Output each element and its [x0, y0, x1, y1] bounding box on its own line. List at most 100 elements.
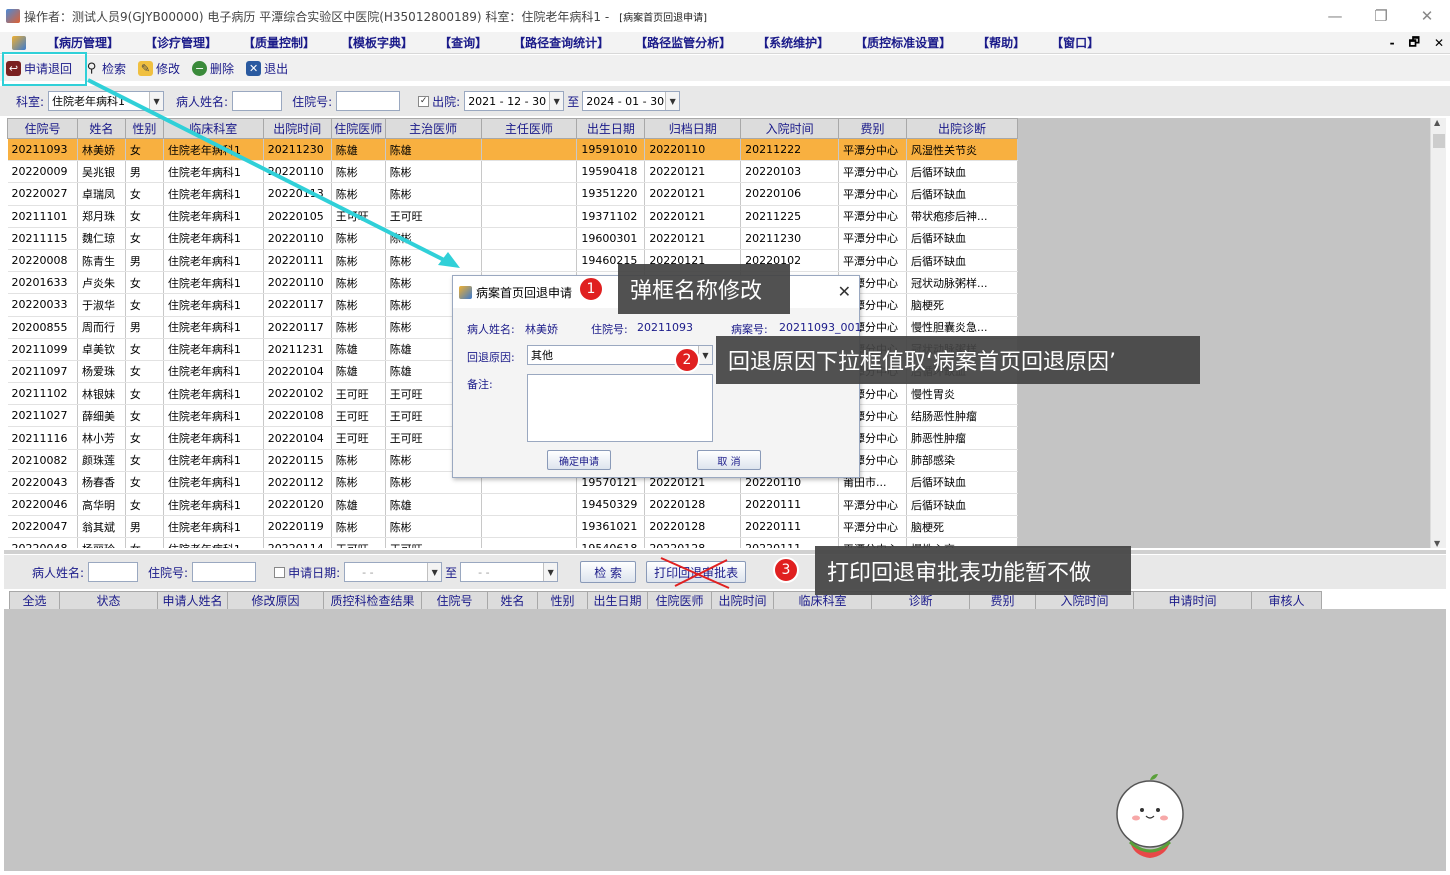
scroll-thumb[interactable] — [1433, 134, 1445, 148]
scroll-up-icon[interactable]: ▲ — [1434, 118, 1440, 127]
cancel-button[interactable]: 取 消 — [697, 450, 761, 470]
note-textarea[interactable] — [527, 374, 713, 442]
table-cell: 20220105 — [263, 205, 332, 228]
table-cell: 高华明 — [77, 493, 126, 517]
column-header[interactable]: 主治医师 — [384, 118, 482, 139]
menu-item-window[interactable]: 【窗口】 — [1038, 34, 1112, 51]
discharge-date-to[interactable]: 2024 - 01 - 30 ▼ — [582, 91, 681, 111]
print-approval-button[interactable]: 打印回退审批表 — [646, 557, 747, 589]
column-header[interactable]: 审核人 — [1251, 591, 1322, 609]
column-header[interactable]: 性别 — [537, 591, 588, 609]
table-row[interactable]: 20220027 卓瑞凤女住院老年病科1 20220113 陈彬 陈彬 19351220 2… — [7, 182, 1018, 206]
column-header[interactable]: 申请人姓名 — [157, 591, 228, 609]
table-cell: 女 — [125, 404, 164, 428]
menu-app-icon[interactable] — [12, 35, 26, 50]
mdi-minimize-icon[interactable]: - — [1390, 36, 1395, 50]
column-header[interactable]: 出生日期 — [576, 118, 646, 139]
column-header[interactable]: 住院医师 — [330, 118, 386, 139]
table-cell: 20211097 — [7, 360, 78, 384]
menu-item-records[interactable]: 【病历管理】 — [34, 34, 132, 51]
apply-date-checkbox[interactable] — [274, 566, 286, 578]
column-header[interactable]: 临床科室 — [162, 118, 264, 139]
column-header[interactable]: 住院号 — [7, 118, 78, 139]
column-header[interactable]: 姓名 — [76, 118, 126, 139]
column-header[interactable]: 出院诊断 — [906, 118, 1018, 139]
table-row[interactable]: 20220046 高华明女住院老年病科1 20220120 陈雄 陈雄 19450329 2… — [7, 493, 1018, 517]
dialog-inpatient-label: 住院号: — [591, 323, 628, 336]
callout-2-badge: 2 — [674, 347, 700, 373]
table-cell: 20220027 — [7, 182, 78, 206]
column-header[interactable]: 主任医师 — [480, 118, 578, 139]
column-header[interactable]: 出院时间 — [711, 591, 774, 609]
column-header[interactable]: 归档日期 — [644, 118, 742, 139]
table-cell: 王可旺 — [331, 205, 386, 228]
table-cell: 后循环缺血 — [906, 227, 1018, 250]
column-header[interactable]: 费别 — [838, 118, 907, 139]
menu-item-path-monitor[interactable]: 【路径监管分析】 — [622, 34, 744, 51]
table-cell: 20220121 — [644, 227, 742, 250]
table-cell: 陈彬 — [331, 249, 386, 273]
apply-search-button[interactable]: 检 索 — [580, 561, 637, 583]
apply-inpatient-input[interactable] — [192, 562, 257, 582]
patient-name-input[interactable] — [232, 91, 283, 111]
table-cell: 19591010 — [576, 138, 646, 162]
table-row[interactable]: 20220009 吴兆银男住院老年病科1 20220110 陈彬 陈彬 19590418 2… — [7, 160, 1018, 184]
column-header[interactable]: 申请时间 — [1133, 591, 1252, 609]
table-row[interactable]: 20211093 林美娇女住院老年病科1 20211230 陈雄 陈雄 19591010 2… — [7, 138, 1018, 162]
exit-button[interactable]: ✕ 退出 — [240, 56, 294, 80]
column-header[interactable]: 住院医师 — [647, 591, 712, 609]
menu-item-help[interactable]: 【帮助】 — [964, 34, 1038, 51]
table-cell: 住院老年病科1 — [163, 382, 264, 406]
table-cell: 后循环缺血 — [906, 249, 1018, 273]
table-row[interactable]: 20220047 翁其斌男住院老年病科1 20220119 陈彬 陈彬 19361021 2… — [7, 515, 1018, 539]
column-header[interactable]: 住院号 — [421, 591, 488, 609]
menu-item-diagnosis[interactable]: 【诊疗管理】 — [132, 34, 230, 51]
apply-return-button[interactable]: ↩ 申请退回 — [0, 56, 78, 80]
column-header[interactable]: 全选 — [9, 591, 60, 609]
apply-patient-input[interactable] — [88, 562, 139, 582]
menu-item-query[interactable]: 【查询】 — [426, 34, 500, 51]
menu-item-system[interactable]: 【系统维护】 — [744, 34, 842, 51]
discharge-checkbox[interactable]: ✓ — [418, 95, 430, 107]
table-row[interactable]: 20220008 陈青生男住院老年病科1 20220111 陈彬 陈彬 19460215 2… — [7, 249, 1018, 273]
table-row[interactable]: 20211115 魏仁琼女住院老年病科1 20220110 陈彬 陈彬 19600301 2… — [7, 227, 1018, 250]
search-button[interactable]: ⚲ 检索 — [78, 56, 132, 80]
dept-select[interactable]: 住院老年病科1 ▼ — [48, 91, 165, 111]
table-cell: 住院老年病科1 — [163, 404, 264, 428]
column-header[interactable]: 修改原因 — [227, 591, 324, 609]
confirm-apply-button[interactable]: 确定申请 — [547, 450, 611, 470]
column-header[interactable]: 状态 — [59, 591, 158, 609]
column-header[interactable]: 性别 — [124, 118, 164, 139]
column-header[interactable]: 姓名 — [487, 591, 538, 609]
delete-button[interactable]: − 删除 — [186, 56, 240, 80]
apply-date-from[interactable]: - - ▼ — [344, 562, 443, 582]
inpatient-no-input[interactable] — [336, 91, 401, 111]
column-header[interactable]: 质控科检查结果 — [323, 591, 422, 609]
minimize-icon[interactable]: — — [1312, 0, 1358, 32]
mdi-close-icon[interactable]: ✕ — [1434, 36, 1444, 50]
scroll-down-icon[interactable]: ▼ — [1434, 539, 1440, 548]
table-cell: 女 — [125, 182, 164, 206]
column-header[interactable]: 出生日期 — [587, 591, 648, 609]
column-header[interactable]: 入院时间 — [740, 118, 840, 139]
apply-date-label: 申请日期: — [288, 565, 341, 580]
edit-button[interactable]: ✎ 修改 — [132, 56, 186, 80]
menu-item-path-stats[interactable]: 【路径查询统计】 — [500, 34, 622, 51]
table-row[interactable]: 20211101 郑月珠女住院老年病科1 20220105 王可旺 王可旺 1937110… — [7, 205, 1018, 228]
close-icon[interactable]: ✕ — [1404, 0, 1450, 32]
menu-item-quality[interactable]: 【质量控制】 — [230, 34, 328, 51]
apply-date-to[interactable]: - - ▼ — [460, 562, 559, 582]
table-cell: 住院老年病科1 — [163, 271, 264, 295]
menu-item-templates[interactable]: 【模板字典】 — [328, 34, 426, 51]
menu-item-qc-standards[interactable]: 【质控标准设置】 — [842, 34, 964, 51]
discharge-date-from[interactable]: 2021 - 12 - 30 ▼ — [464, 91, 565, 111]
table-cell: 20220111 — [740, 515, 840, 539]
mdi-restore-icon[interactable]: 🗗 — [1409, 33, 1420, 54]
grid-scrollbar[interactable]: ▲ ▼ — [1430, 118, 1446, 548]
table-cell: 住院老年病科1 — [163, 449, 264, 472]
splitter[interactable] — [4, 550, 1446, 554]
maximize-icon[interactable]: ❐ — [1358, 0, 1404, 32]
close-icon[interactable]: ✕ — [838, 282, 851, 301]
window-titlebar: 操作者：测试人员9(GJYB00000) 电子病历 平潭综合实验区中医院(H35… — [0, 0, 1450, 32]
column-header[interactable]: 出院时间 — [262, 118, 332, 139]
